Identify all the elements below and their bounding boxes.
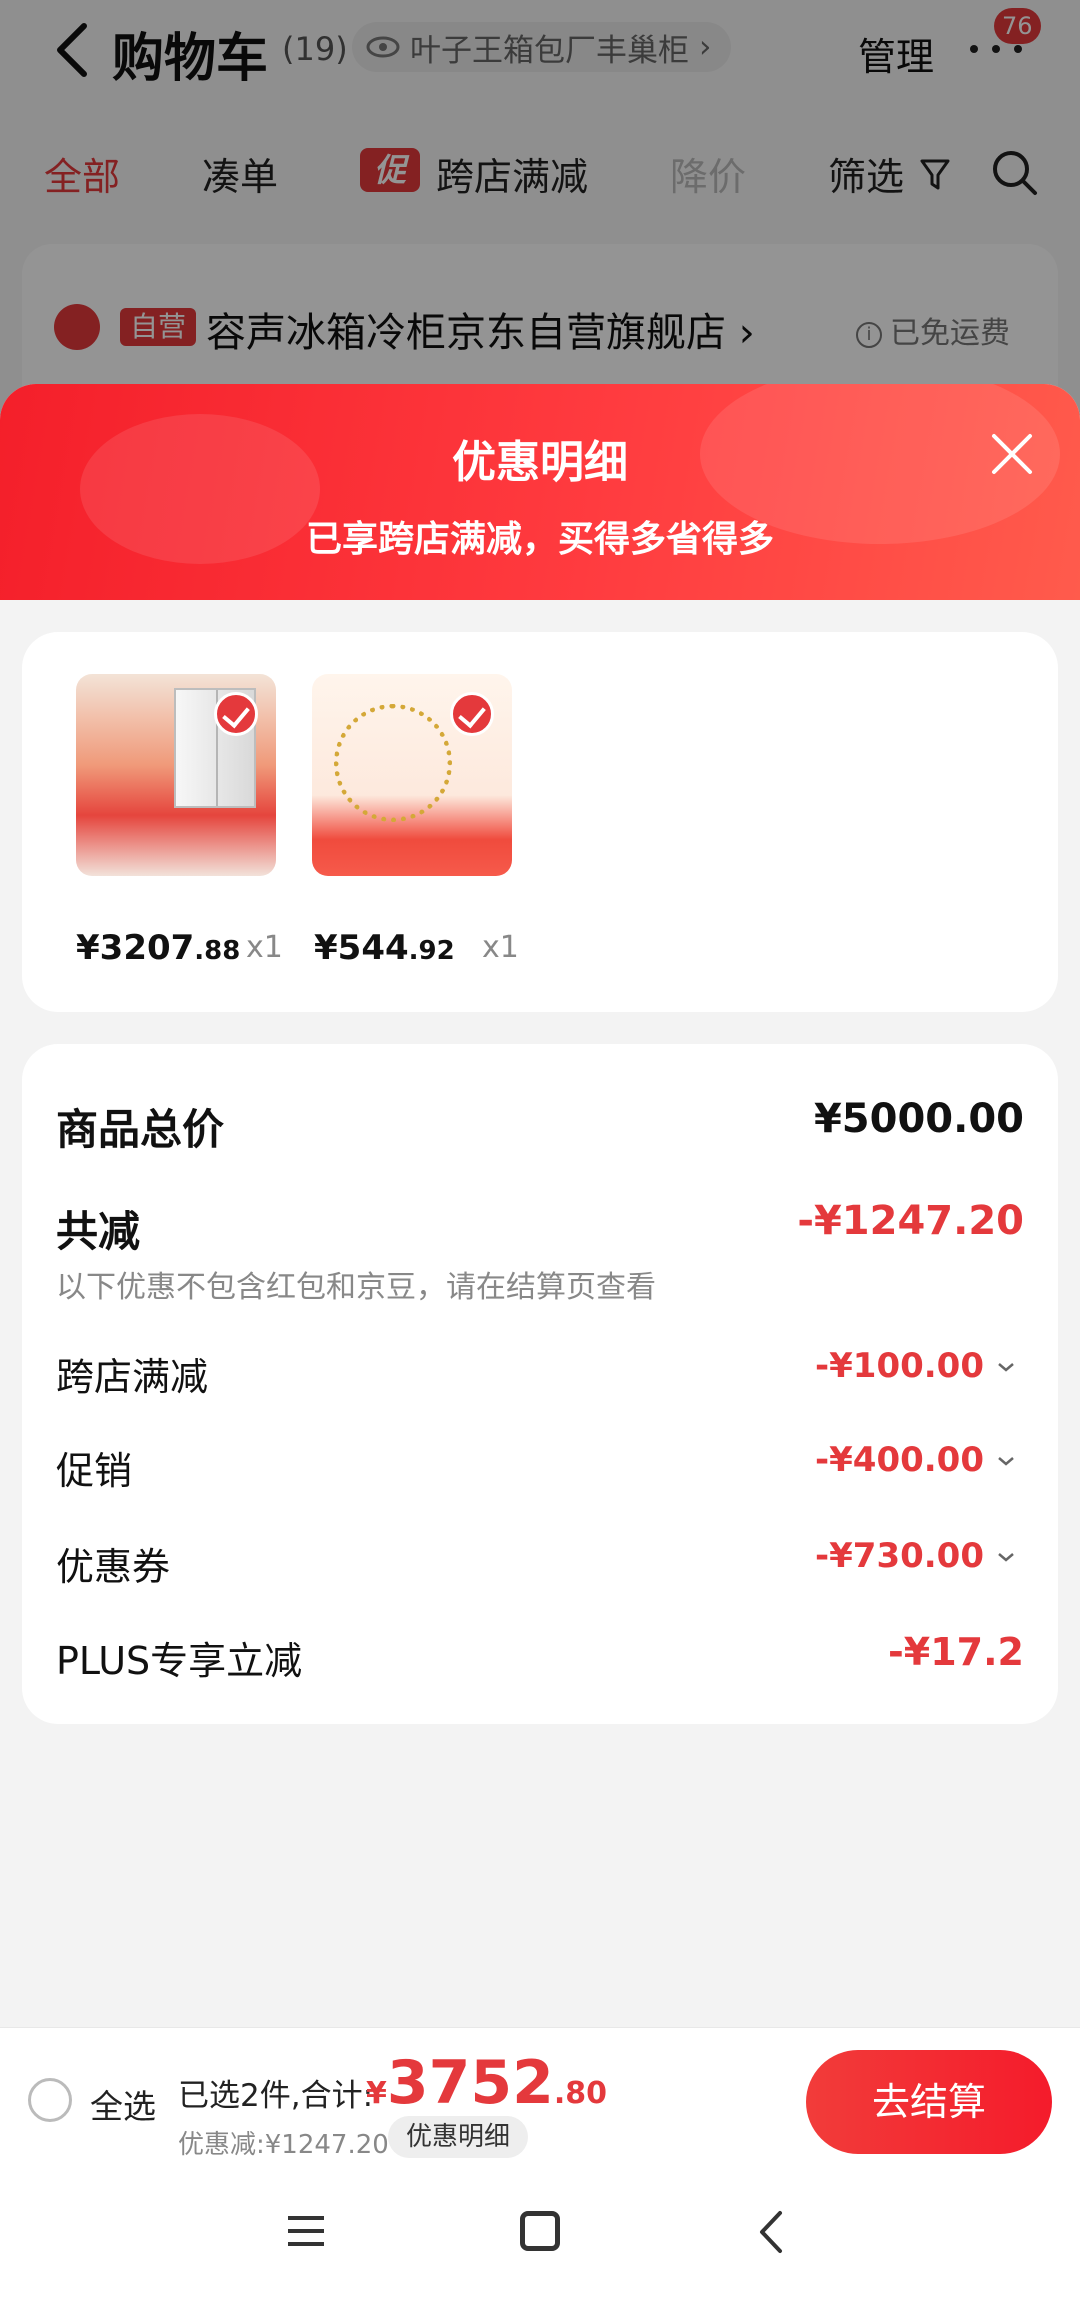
chevron-down-icon — [998, 1553, 1014, 1562]
close-icon[interactable] — [988, 430, 1036, 478]
discount-breakdown-card: 商品总价 ¥5000.00 共减 -¥1247.20 以下优惠不包含红包和京豆，… — [22, 1044, 1058, 1724]
check-icon — [450, 692, 494, 736]
discount-value: -¥17.2 — [888, 1630, 1024, 1674]
discount-label: PLUS专享立减 — [56, 1639, 303, 1683]
discount-value: -¥100.00 — [815, 1346, 984, 1386]
chevron-down-icon — [998, 1363, 1014, 1372]
discount-summary: 优惠减:¥1247.20 — [178, 2130, 389, 2160]
total-reduce-label: 共减 — [56, 1207, 141, 1256]
check-icon — [214, 692, 258, 736]
select-all-label[interactable]: 全选 — [90, 2080, 156, 2128]
discount-label: 促销 — [56, 1449, 133, 1493]
discount-detail-sheet: 优惠明细 已享跨店满减，买得多省得多 ¥3207.88 x1 ¥544.92 x… — [0, 384, 1080, 2027]
chevron-down-icon — [998, 1457, 1014, 1466]
discount-label: 优惠券 — [56, 1545, 171, 1589]
goods-total-label: 商品总价 — [56, 1105, 225, 1154]
sheet-title: 优惠明细 — [452, 437, 628, 488]
sheet-header: 优惠明细 已享跨店满减，买得多省得多 — [0, 384, 1080, 600]
discount-detail-button[interactable]: 优惠明细 — [388, 2116, 529, 2158]
system-nav-bar — [0, 2167, 1080, 2297]
nav-back-icon[interactable] — [756, 2209, 786, 2255]
product-price: ¥544.92 — [314, 928, 455, 968]
discount-value: -¥400.00 — [815, 1440, 984, 1480]
goods-total-value: ¥5000.00 — [813, 1096, 1024, 1142]
product-quantity: x1 — [482, 930, 519, 965]
select-all-checkbox[interactable] — [28, 2078, 72, 2122]
total-reduce-value: -¥1247.20 — [797, 1198, 1024, 1244]
total-price: ¥3752.80 — [366, 2048, 608, 2118]
checkout-button[interactable]: 去结算 — [806, 2050, 1052, 2154]
home-icon[interactable] — [520, 2211, 560, 2251]
discount-label: 跨店满减 — [56, 1355, 209, 1399]
menu-icon[interactable] — [286, 2213, 326, 2249]
product-quantity: x1 — [246, 930, 283, 965]
discount-value: -¥730.00 — [815, 1536, 984, 1576]
product-image-fridge[interactable] — [76, 674, 276, 876]
checkout-bar: 全选 已选2件,合计: ¥3752.80 优惠减:¥1247.20 优惠明细 去… — [0, 2027, 1080, 2167]
product-price: ¥3207.88 — [76, 928, 241, 968]
selected-products-card: ¥3207.88 x1 ¥544.92 x1 — [22, 632, 1058, 1012]
bracelet-illustration — [334, 704, 452, 822]
selected-count-text: 已选2件,合计: — [178, 2078, 374, 2114]
product-image-bracelet[interactable] — [312, 674, 512, 876]
discount-note: 以下优惠不包含红包和京豆，请在结算页查看 — [56, 1270, 656, 1305]
sheet-subtitle: 已享跨店满减，买得多省得多 — [305, 519, 774, 560]
